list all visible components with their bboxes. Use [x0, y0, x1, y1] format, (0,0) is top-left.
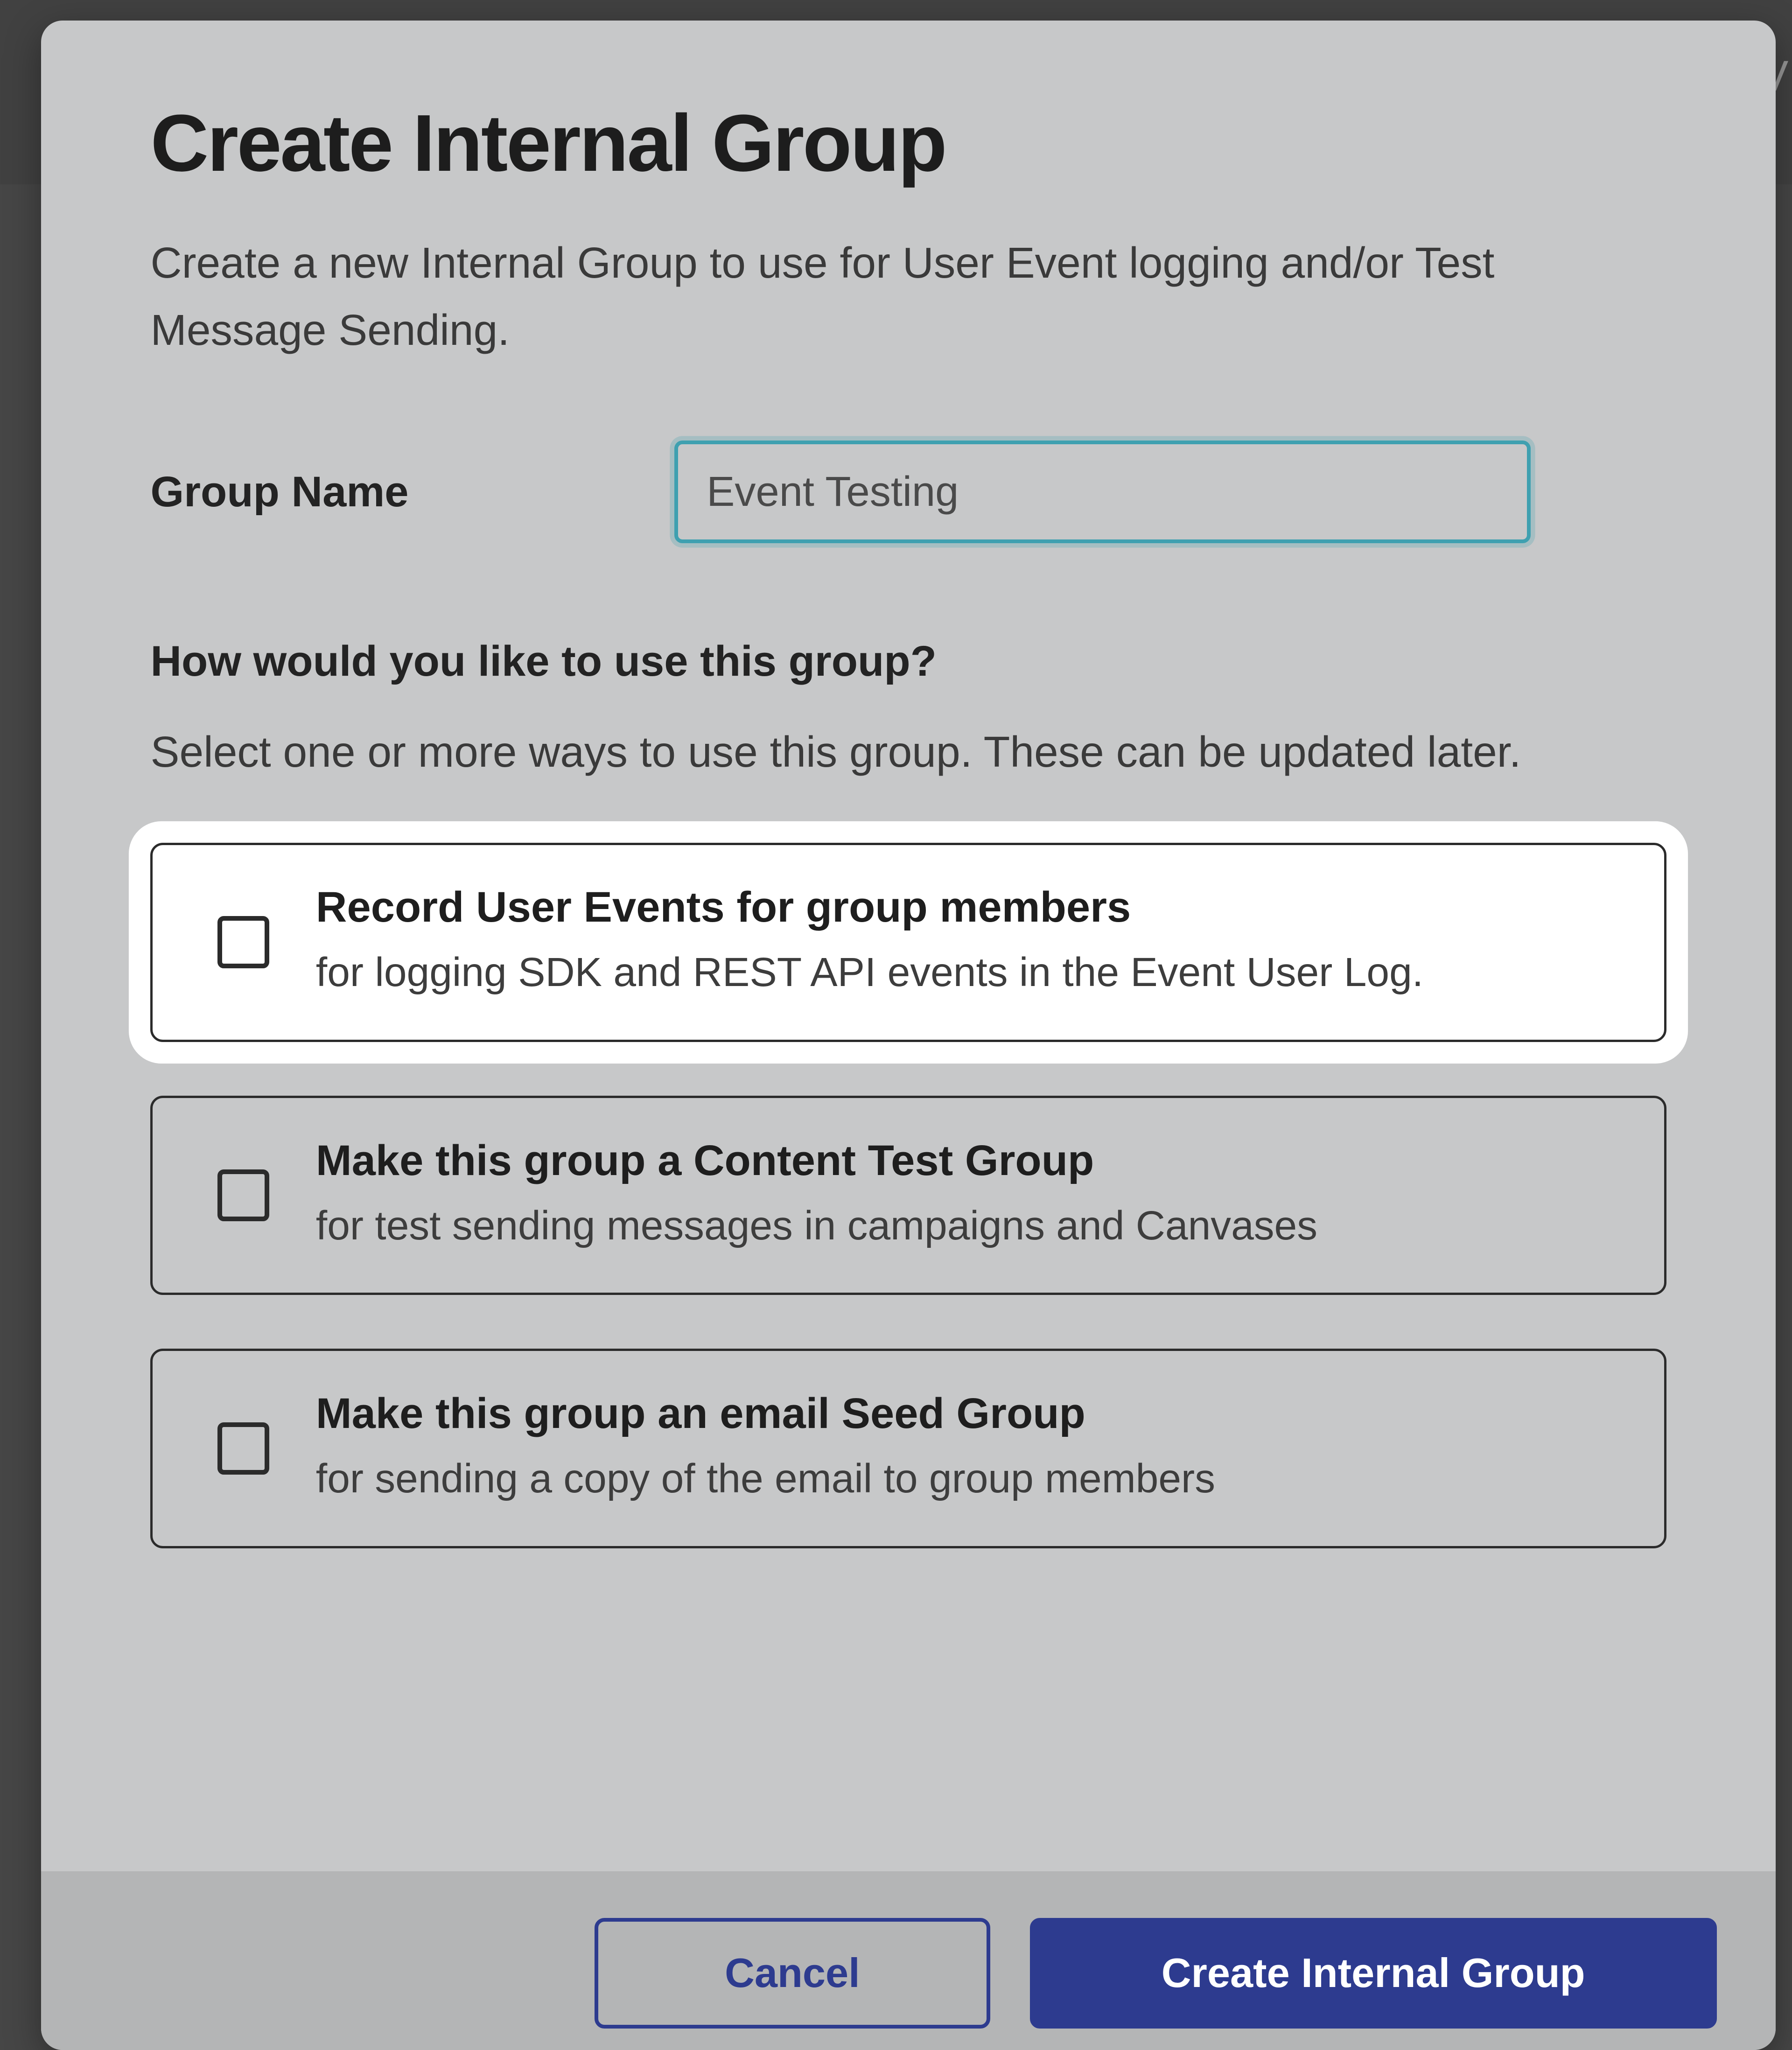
usage-question: How would you like to use this group? [150, 637, 1666, 686]
option-email-seed-group[interactable]: Make this group an email Seed Group for … [150, 1349, 1666, 1548]
group-name-input[interactable] [674, 441, 1531, 543]
checkbox-icon[interactable] [217, 916, 269, 968]
option-content-test-group[interactable]: Make this group a Content Test Group for… [150, 1096, 1666, 1295]
option-subtitle: for logging SDK and REST API events in t… [316, 943, 1621, 1002]
option-text: Make this group a Content Test Group for… [316, 1136, 1621, 1255]
create-internal-group-button[interactable]: Create Internal Group [1030, 1918, 1717, 2029]
option-title: Make this group a Content Test Group [316, 1136, 1621, 1185]
group-name-label: Group Name [150, 467, 620, 517]
option-title: Make this group an email Seed Group [316, 1389, 1621, 1438]
option-text: Make this group an email Seed Group for … [316, 1389, 1621, 1508]
option-subtitle: for sending a copy of the email to group… [316, 1449, 1621, 1508]
modal-body: Create Internal Group Create a new Inter… [41, 21, 1776, 1871]
create-internal-group-modal: Create Internal Group Create a new Inter… [41, 21, 1776, 2050]
checkbox-icon[interactable] [217, 1169, 269, 1221]
option-text: Record User Events for group members for… [316, 882, 1621, 1002]
usage-description: Select one or more ways to use this grou… [150, 718, 1575, 785]
checkbox-icon[interactable] [217, 1422, 269, 1474]
option-title: Record User Events for group members [316, 882, 1621, 932]
cancel-button[interactable]: Cancel [595, 1918, 991, 2029]
modal-title: Create Internal Group [150, 97, 1666, 189]
option-record-user-events[interactable]: Record User Events for group members for… [150, 843, 1666, 1042]
option-subtitle: for test sending messages in campaigns a… [316, 1196, 1621, 1255]
modal-description: Create a new Internal Group to use for U… [150, 229, 1545, 364]
modal-footer: Cancel Create Internal Group [41, 1871, 1776, 2050]
group-name-row: Group Name [150, 441, 1666, 543]
